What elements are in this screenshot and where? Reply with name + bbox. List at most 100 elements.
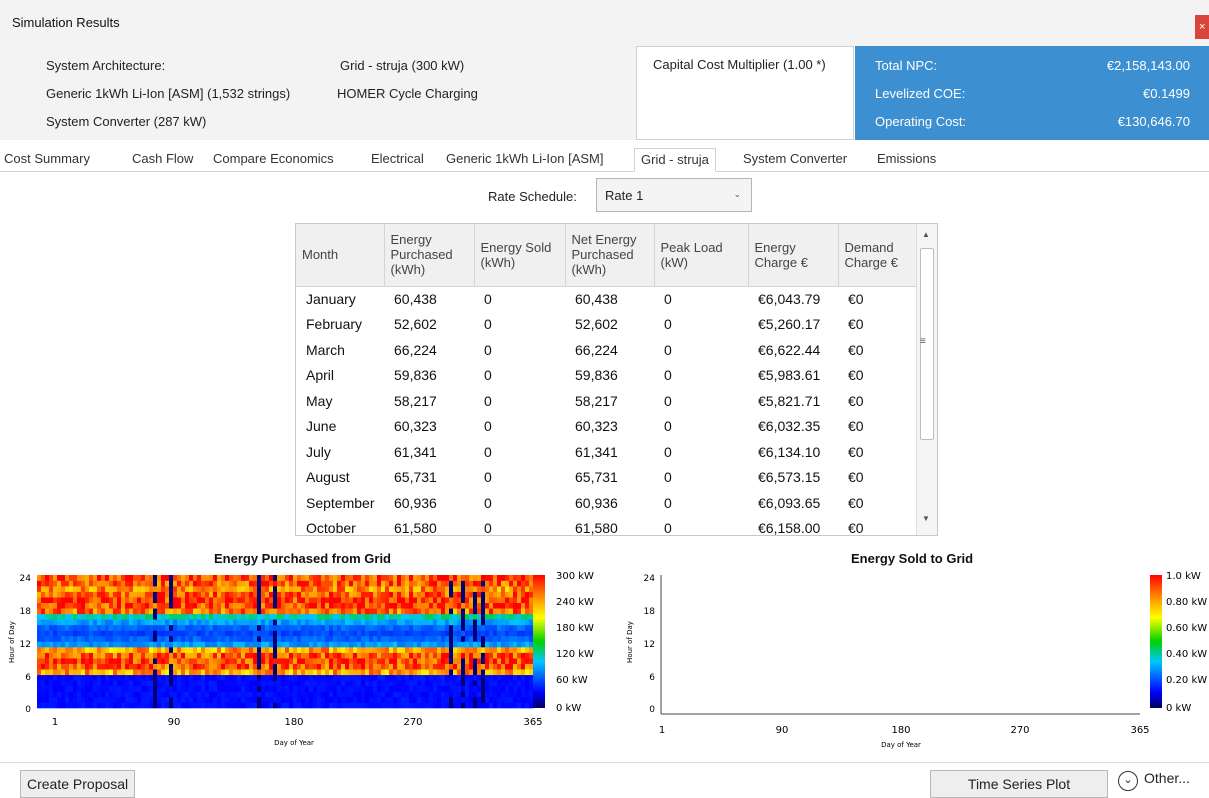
heatmap-cell xyxy=(101,575,106,581)
table-row[interactable]: October 61,580 0 61,580 0 €6,158.00 €0 xyxy=(296,516,917,535)
column-header-energy-purchased[interactable]: Energy Purchased (kWh) xyxy=(384,224,475,287)
heatmap-cell xyxy=(249,608,254,615)
column-header-energy-charge[interactable]: Energy Charge € xyxy=(748,224,839,287)
heatmap-cell xyxy=(109,619,114,626)
tab-battery[interactable]: Generic 1kWh Li-Ion [ASM] xyxy=(446,148,604,172)
scroll-up-icon[interactable]: ▲ xyxy=(922,230,930,239)
heatmap-cell xyxy=(473,630,478,637)
heatmap-cell xyxy=(517,652,522,659)
scroll-down-icon[interactable]: ▼ xyxy=(922,514,930,523)
heatmap-cell xyxy=(265,597,270,604)
heatmap-cell xyxy=(333,619,338,626)
tab-emissions[interactable]: Emissions xyxy=(877,148,936,172)
heatmap-cell xyxy=(485,647,490,653)
heatmap-cell xyxy=(305,674,310,681)
column-header-month[interactable]: Month xyxy=(296,224,385,287)
table-row[interactable]: January 60,438 0 60,438 0 €6,043.79 €0 xyxy=(296,286,917,312)
heatmap-cell xyxy=(289,680,294,687)
heatmap-cell xyxy=(477,586,482,592)
heatmap-cell xyxy=(205,597,210,604)
heatmap-cell xyxy=(177,702,182,709)
heatmap-cell xyxy=(397,691,402,698)
heatmap-cell xyxy=(201,613,206,620)
heatmap-cell xyxy=(269,575,274,581)
column-header-peak-load[interactable]: Peak Load (kW) xyxy=(654,224,749,287)
heatmap-cell xyxy=(149,680,154,687)
table-row[interactable]: February 52,602 0 52,602 0 €5,260.17 €0 xyxy=(296,312,917,338)
heatmap-cell xyxy=(473,597,478,604)
heatmap-cell xyxy=(213,602,218,609)
heatmap-cell xyxy=(81,575,86,581)
heatmap-cell xyxy=(49,619,54,626)
table-row[interactable]: September 60,936 0 60,936 0 €6,093.65 €0 xyxy=(296,490,917,516)
time-series-plot-button[interactable]: Time Series Plot xyxy=(930,770,1108,798)
heatmap-cell xyxy=(249,580,254,587)
heatmap-cell xyxy=(201,674,206,681)
tab-system-converter[interactable]: System Converter xyxy=(743,148,847,172)
heatmap-cell xyxy=(133,702,138,709)
heatmap-cell xyxy=(425,647,430,653)
heatmap-cell xyxy=(257,658,262,664)
heatmap-cell xyxy=(201,702,206,709)
heatmap-cell xyxy=(457,602,462,609)
heatmap-cell xyxy=(321,624,326,631)
heatmap-cell xyxy=(365,696,370,703)
heatmap-cell xyxy=(85,575,90,581)
heatmap-cell xyxy=(489,669,494,676)
table-row[interactable]: July 61,341 0 61,341 0 €6,134.10 €0 xyxy=(296,439,917,465)
table-row[interactable]: April 59,836 0 59,836 0 €5,983.61 €0 xyxy=(296,363,917,389)
column-header-energy-sold[interactable]: Energy Sold (kWh) xyxy=(474,224,566,287)
heatmap-cell xyxy=(357,597,362,604)
heatmap-cell xyxy=(525,586,530,592)
close-button[interactable]: × xyxy=(1195,15,1209,39)
heatmap-cell xyxy=(429,635,434,642)
heatmap-cell xyxy=(325,624,330,631)
heatmap-cell xyxy=(109,575,114,581)
other-button[interactable]: ⌄ Other... xyxy=(1118,770,1190,791)
tab-compare-economics[interactable]: Compare Economics xyxy=(213,148,334,172)
heatmap-cell xyxy=(381,691,386,698)
heatmap-cell xyxy=(105,702,110,709)
table-row[interactable]: March 66,224 0 66,224 0 €6,622.44 €0 xyxy=(296,337,917,363)
heatmap-cell xyxy=(341,641,346,648)
table-cell: €6,093.65 xyxy=(758,494,821,511)
heatmap-cell xyxy=(209,658,214,664)
create-proposal-button[interactable]: Create Proposal xyxy=(20,770,136,798)
heatmap-cell xyxy=(245,674,250,681)
heatmap-cell xyxy=(481,597,486,604)
table-row[interactable]: May 58,217 0 58,217 0 €5,821.71 €0 xyxy=(296,388,917,414)
heatmap-cell xyxy=(129,580,134,587)
heatmap-cell xyxy=(325,652,330,659)
column-header-net-energy[interactable]: Net Energy Purchased (kWh) xyxy=(565,224,655,287)
heatmap-cell xyxy=(357,696,362,703)
heatmap-cell xyxy=(433,641,438,648)
heatmap-cell xyxy=(57,691,62,698)
table-cell: 0 xyxy=(484,469,492,486)
heatmap-cell xyxy=(89,586,94,592)
table-row[interactable]: June 60,323 0 60,323 0 €6,032.35 €0 xyxy=(296,414,917,440)
tab-grid-struja[interactable]: Grid - struja xyxy=(634,148,716,172)
heatmap-cell xyxy=(309,624,314,631)
column-header-demand-charge[interactable]: Demand Charge € xyxy=(838,224,918,287)
heatmap-cell xyxy=(421,580,426,587)
heatmap-cell xyxy=(417,647,422,653)
heatmap-cell xyxy=(37,635,42,642)
tab-electrical[interactable]: Electrical xyxy=(371,148,424,172)
tab-cash-flow[interactable]: Cash Flow xyxy=(132,148,193,172)
heatmap-cell xyxy=(133,630,138,637)
heatmap-cell xyxy=(257,580,262,587)
heatmap-cell xyxy=(413,674,418,681)
table-scrollbar[interactable]: ▲ ≡ ▼ xyxy=(916,224,937,535)
rate-schedule-select[interactable]: Rate 1 ⌄ xyxy=(596,178,752,212)
heatmap-cell xyxy=(409,591,414,598)
heatmap-cell xyxy=(417,685,422,692)
heatmap-cell xyxy=(141,647,146,653)
heatmap-cell xyxy=(77,647,82,653)
heatmap-cell xyxy=(441,641,446,648)
tab-cost-summary[interactable]: Cost Summary xyxy=(4,148,90,172)
heatmap-cell xyxy=(93,575,98,581)
heatmap-cell xyxy=(397,619,402,626)
heatmap-cell xyxy=(237,613,242,620)
table-row[interactable]: August 65,731 0 65,731 0 €6,573.15 €0 xyxy=(296,465,917,491)
table-cell: €0 xyxy=(848,494,864,511)
